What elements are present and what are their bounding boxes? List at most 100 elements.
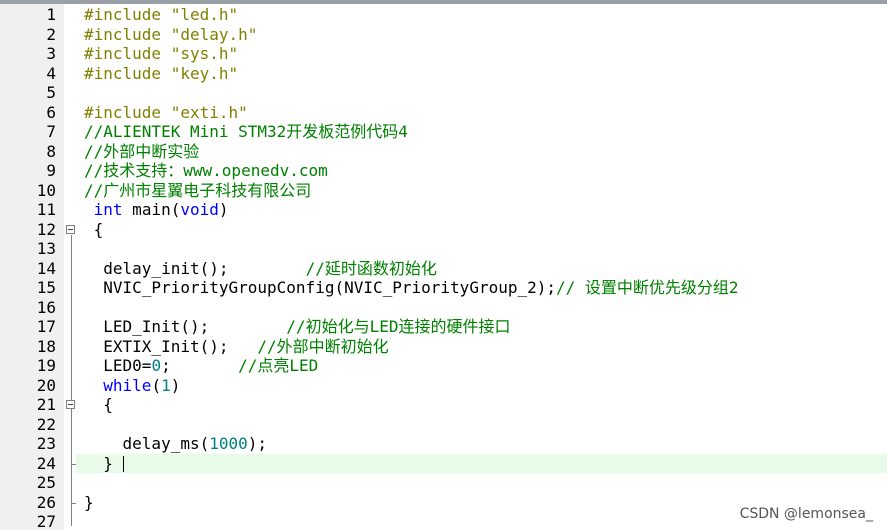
line-number: 19 bbox=[36, 356, 56, 375]
line-number: 2 bbox=[46, 24, 56, 44]
code-token: #include bbox=[84, 44, 171, 63]
line-number: 21 bbox=[36, 395, 56, 414]
code-token: "delay.h" bbox=[170, 24, 258, 44]
line-number: 11 bbox=[36, 200, 56, 219]
fold-end-marker bbox=[71, 463, 76, 465]
text-caret bbox=[122, 456, 124, 472]
code-text: delay_init(); //延时函数初始化 bbox=[84, 259, 437, 279]
line-number: 10 bbox=[36, 180, 56, 200]
fold-end-marker bbox=[71, 502, 76, 504]
code-text: //广州市星翼电子科技有限公司 bbox=[84, 181, 311, 201]
line-number: 26 bbox=[36, 492, 56, 512]
fold-guide-line bbox=[71, 512, 72, 526]
code-text: //ALIENTEK Mini STM32开发板范例代码4 bbox=[84, 122, 408, 142]
code-token: //ALIENTEK Mini STM32开发板范例代码4 bbox=[84, 122, 408, 141]
code-text: #include "sys.h" bbox=[84, 44, 238, 64]
code-token: //技术支持：www.openedv.com bbox=[84, 161, 328, 180]
code-token: ; bbox=[161, 356, 239, 375]
fold-toggle-icon[interactable] bbox=[66, 400, 75, 409]
code-token: EXTIX_Init(); bbox=[84, 336, 258, 356]
code-token: } bbox=[84, 453, 123, 473]
line-number: 20 bbox=[36, 375, 56, 395]
code-token: "sys.h" bbox=[170, 44, 239, 63]
line-number: 9 bbox=[46, 161, 56, 180]
code-text: //技术支持：www.openedv.com bbox=[84, 161, 328, 181]
code-line[interactable] bbox=[76, 83, 887, 103]
line-number: 15 bbox=[36, 278, 56, 297]
code-token: //外部中断实验 bbox=[84, 141, 200, 161]
code-token: main( bbox=[122, 200, 181, 219]
code-line[interactable]: { bbox=[76, 395, 887, 415]
code-token: LED_Init(); bbox=[84, 317, 287, 336]
code-line[interactable] bbox=[76, 415, 887, 435]
line-number: 25 bbox=[36, 473, 56, 492]
code-line[interactable]: //广州市星翼电子科技有限公司 bbox=[76, 181, 887, 201]
code-line[interactable]: #include "key.h" bbox=[76, 64, 887, 84]
code-text: } bbox=[84, 454, 124, 474]
code-text: #include "key.h" bbox=[84, 64, 238, 84]
line-number: 22 bbox=[36, 414, 56, 434]
code-token: #include bbox=[84, 24, 171, 44]
code-token: //延时函数初始化 bbox=[305, 258, 437, 278]
code-line[interactable]: #include "led.h" bbox=[76, 5, 887, 25]
code-token: int bbox=[93, 200, 123, 219]
line-number: 12 bbox=[36, 219, 56, 239]
code-line[interactable]: int main(void) bbox=[76, 200, 887, 220]
code-token: delay_init(); bbox=[84, 258, 306, 278]
editor-top-border bbox=[0, 0, 887, 4]
code-token: ) bbox=[218, 200, 229, 219]
code-line[interactable]: #include "exti.h" bbox=[76, 103, 887, 123]
code-line[interactable]: while(1) bbox=[76, 376, 887, 396]
code-token: ) bbox=[170, 375, 181, 395]
line-number: 3 bbox=[46, 44, 56, 63]
code-line[interactable]: //ALIENTEK Mini STM32开发板范例代码4 bbox=[76, 122, 887, 142]
code-token: "led.h" bbox=[170, 5, 239, 24]
code-token: { bbox=[84, 219, 104, 239]
code-line[interactable]: #include "delay.h" bbox=[76, 25, 887, 45]
code-line[interactable]: { bbox=[76, 220, 887, 240]
code-token: #include bbox=[84, 102, 171, 122]
code-token: { bbox=[84, 395, 113, 414]
line-number: 6 bbox=[46, 102, 56, 122]
code-token: #include bbox=[84, 5, 171, 24]
code-token: NVIC_PriorityGroupConfig(NVIC_PriorityGr… bbox=[84, 278, 557, 297]
code-token: 0 bbox=[151, 356, 162, 375]
line-number: 7 bbox=[46, 122, 56, 141]
code-token: while bbox=[103, 375, 152, 395]
code-line[interactable]: LED0=0; //点亮LED bbox=[76, 356, 887, 376]
code-line[interactable] bbox=[76, 298, 887, 318]
line-number: 23 bbox=[36, 434, 56, 453]
code-token: 1000 bbox=[209, 434, 248, 453]
line-number: 14 bbox=[36, 258, 56, 278]
fold-guide-line bbox=[71, 234, 72, 522]
code-line[interactable]: delay_init(); //延时函数初始化 bbox=[76, 259, 887, 279]
code-text: //外部中断实验 bbox=[84, 142, 199, 162]
code-line[interactable]: } bbox=[76, 453, 887, 474]
code-text: { bbox=[84, 219, 104, 240]
code-line[interactable]: #include "sys.h" bbox=[76, 44, 887, 64]
code-line[interactable] bbox=[76, 473, 887, 493]
code-text: #include "delay.h" bbox=[84, 25, 257, 45]
code-line[interactable]: NVIC_PriorityGroupConfig(NVIC_PriorityGr… bbox=[76, 278, 887, 298]
code-token: //外部中断初始化 bbox=[257, 336, 389, 356]
line-number: 4 bbox=[46, 63, 56, 83]
line-number: 17 bbox=[36, 317, 56, 336]
code-line[interactable]: delay_ms(1000); bbox=[76, 434, 887, 454]
code-token: "exti.h" bbox=[170, 102, 248, 122]
code-token: "key.h" bbox=[170, 63, 239, 83]
line-number: 8 bbox=[46, 141, 56, 161]
code-text: LED_Init(); //初始化与LED连接的硬件接口 bbox=[84, 317, 510, 337]
code-line[interactable]: //外部中断实验 bbox=[76, 142, 887, 162]
code-line[interactable]: //技术支持：www.openedv.com bbox=[76, 161, 887, 181]
watermark: CSDN @lemonsea_ bbox=[739, 506, 873, 522]
code-line[interactable]: LED_Init(); //初始化与LED连接的硬件接口 bbox=[76, 317, 887, 337]
fold-toggle-icon[interactable] bbox=[66, 224, 75, 234]
line-number: 16 bbox=[36, 297, 56, 317]
code-token: // 设置中断优先级分组2 bbox=[556, 278, 739, 297]
code-line[interactable] bbox=[76, 239, 887, 259]
code-token: delay_ms( bbox=[84, 434, 210, 453]
code-token: ( bbox=[151, 375, 162, 395]
code-line[interactable]: EXTIX_Init(); //外部中断初始化 bbox=[76, 337, 887, 357]
